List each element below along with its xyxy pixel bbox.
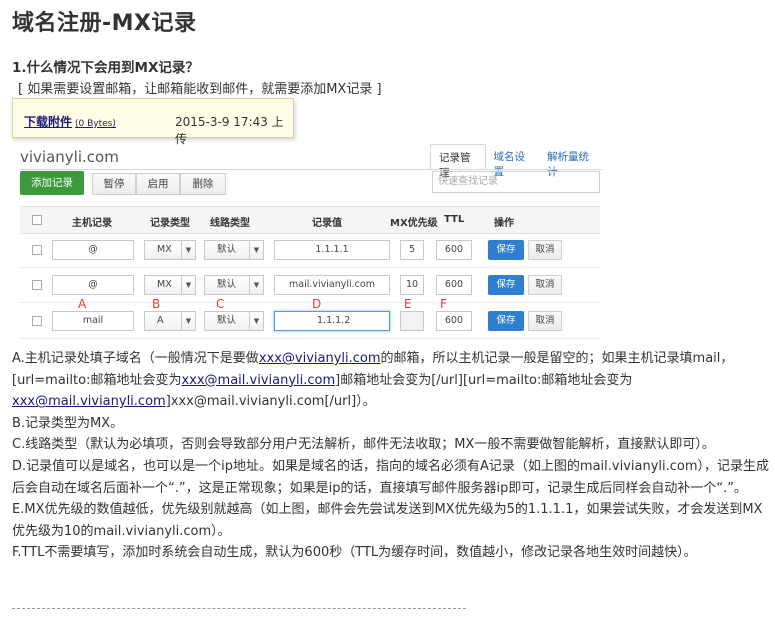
col-type: 记录类型 xyxy=(150,218,190,229)
chevron-down-icon: ▼ xyxy=(249,241,263,259)
value-input[interactable]: 1.1.1.2 xyxy=(274,311,390,331)
tab-domain-settings[interactable]: 域名设置 xyxy=(486,144,540,178)
col-line: 线路类型 xyxy=(210,218,250,229)
attachment-size: (0 Bytes) xyxy=(75,119,116,129)
explanation-b: B.记录类型为MX。 xyxy=(12,415,124,431)
host-input[interactable]: mail xyxy=(52,311,134,331)
line-select[interactable]: 默认 ▼ xyxy=(204,240,264,260)
explanation-a-part3: ]邮箱地址会变为[/url][url=mailto:邮箱地址会变为 xyxy=(335,372,633,388)
tab-query-stats[interactable]: 解析量统计 xyxy=(539,144,602,178)
line-select-value: 默认 xyxy=(217,279,237,290)
explanation-a-part1: A.主机记录处填子域名（一般情况下是要做 xyxy=(12,351,259,366)
explanation-e: E.MX优先级的数值越低，优先级别就越高（如上图，邮件会先尝试发送到MX优先级为… xyxy=(12,502,763,539)
explanation-text: A.主机记录处填子域名（一般情况下是要做xxx@vivianyli.com的邮箱… xyxy=(12,348,770,564)
explanation-f: F.TTL不需要填写，添加时系统会自动生成，默认为600秒（TTL为缓存时间，数… xyxy=(12,545,697,561)
cancel-button[interactable]: 取消 xyxy=(528,311,562,331)
row-checkbox[interactable] xyxy=(32,245,42,255)
search-input[interactable]: 快速查找记录 xyxy=(432,171,600,193)
col-action: 操作 xyxy=(494,218,514,229)
line-select-value: 默认 xyxy=(217,315,237,326)
host-input[interactable]: @ xyxy=(52,275,134,295)
mx-input[interactable]: 5 xyxy=(400,240,424,260)
table-row: @ MX ▼ 默认 ▼ 1.1.1.1 5 600 保存 取消 xyxy=(20,234,600,268)
type-select-value: MX xyxy=(157,279,172,290)
row-checkbox[interactable] xyxy=(32,280,42,290)
download-attachment-link[interactable]: 下载附件 (0 Bytes) xyxy=(24,113,116,130)
add-record-button[interactable]: 添加记录 xyxy=(20,171,84,195)
tab-divider xyxy=(20,169,602,170)
col-ttl: TTL xyxy=(444,214,465,225)
save-button[interactable]: 保存 xyxy=(488,275,524,295)
col-host: 主机记录 xyxy=(72,218,112,229)
download-attachment-label: 下载附件 xyxy=(24,115,73,129)
domain-name: vivianyli.com xyxy=(20,148,119,166)
mx-input[interactable]: 10 xyxy=(400,275,424,295)
email-link[interactable]: xxx@vivianyli.com xyxy=(259,351,381,366)
line-select[interactable]: 默认 ▼ xyxy=(204,275,264,295)
section-heading: 1.什么情况下会用到MX记录？ xyxy=(12,60,199,76)
upload-time: 2015-3-9 17:43 上传 xyxy=(175,115,284,146)
value-input[interactable]: 1.1.1.1 xyxy=(274,240,390,260)
chevron-down-icon: ▼ xyxy=(181,312,195,330)
save-button[interactable]: 保存 xyxy=(488,311,524,331)
pause-button[interactable]: 暂停 xyxy=(92,173,136,195)
value-input[interactable]: mail.vivianyli.com xyxy=(274,275,390,295)
chevron-down-icon: ▼ xyxy=(181,241,195,259)
line-select-value: 默认 xyxy=(217,244,237,255)
ttl-input[interactable]: 600 xyxy=(436,240,472,260)
type-select-value: MX xyxy=(157,244,172,255)
cancel-button[interactable]: 取消 xyxy=(528,240,562,260)
enable-button[interactable]: 启用 xyxy=(136,173,180,195)
table-header: 主机记录 记录类型 线路类型 记录值 MX优先级 TTL 操作 xyxy=(20,206,600,234)
table-row: @ MX ▼ 默认 ▼ mail.vivianyli.com 10 600 保存 取… xyxy=(20,269,600,303)
page-title: 域名注册-MX记录 xyxy=(12,11,197,36)
col-value: 记录值 xyxy=(312,218,342,229)
ttl-input[interactable]: 600 xyxy=(436,311,472,331)
email-link[interactable]: xxx@mail.vivianyli.com xyxy=(181,373,335,388)
attachment-tooltip: 下载附件 (0 Bytes) 2015-3-9 17:43 上传 xyxy=(12,98,294,146)
save-button[interactable]: 保存 xyxy=(488,240,524,260)
chevron-down-icon: ▼ xyxy=(181,276,195,294)
ttl-input[interactable]: 600 xyxy=(436,275,472,295)
chevron-down-icon: ▼ xyxy=(249,312,263,330)
row-checkbox[interactable] xyxy=(32,316,42,326)
host-input[interactable]: @ xyxy=(52,240,134,260)
col-mx: MX优先级 xyxy=(390,218,438,229)
table-row: mail A ▼ 默认 ▼ 1.1.1.2 600 保存 取消 xyxy=(20,305,600,339)
delete-button[interactable]: 删除 xyxy=(180,173,226,195)
line-select[interactable]: 默认 ▼ xyxy=(204,311,264,331)
cancel-button[interactable]: 取消 xyxy=(528,275,562,295)
mx-input xyxy=(400,311,424,331)
explanation-a: A.主机记录处填子域名（一般情况下是要做xxx@vivianyli.com的邮箱… xyxy=(12,348,770,413)
type-select[interactable]: A ▼ xyxy=(144,311,196,331)
explanation-a-part4: ]xxx@mail.vivianyli.com[/url]）。 xyxy=(165,394,376,410)
type-select-value: A xyxy=(157,315,164,326)
type-select[interactable]: MX ▼ xyxy=(144,275,196,295)
explanation-d: D.记录值可以是域名，也可以是一个ip地址。如果是域名的话，指向的域名必须有A记… xyxy=(12,458,770,496)
email-link[interactable]: xxx@mail.vivianyli.com xyxy=(12,394,166,409)
dns-panel: vivianyli.com 记录管理 域名设置 解析量统计 添加记录 暂停 启用… xyxy=(12,138,602,343)
panel-tabs: 记录管理 域名设置 解析量统计 xyxy=(430,144,602,179)
divider xyxy=(12,608,466,609)
type-select[interactable]: MX ▼ xyxy=(144,240,196,260)
explanation-c: C.线路类型（默认为必填项，否则会导致部分用户无法解析，邮件无法收取；MX一般不… xyxy=(12,437,715,453)
select-all-checkbox[interactable] xyxy=(32,215,42,225)
section-subheading: [ 如果需要设置邮箱，让邮箱能收到邮件，就需要添加MX记录 ] xyxy=(18,82,382,97)
tab-record-management[interactable]: 记录管理 xyxy=(430,144,486,179)
chevron-down-icon: ▼ xyxy=(249,276,263,294)
